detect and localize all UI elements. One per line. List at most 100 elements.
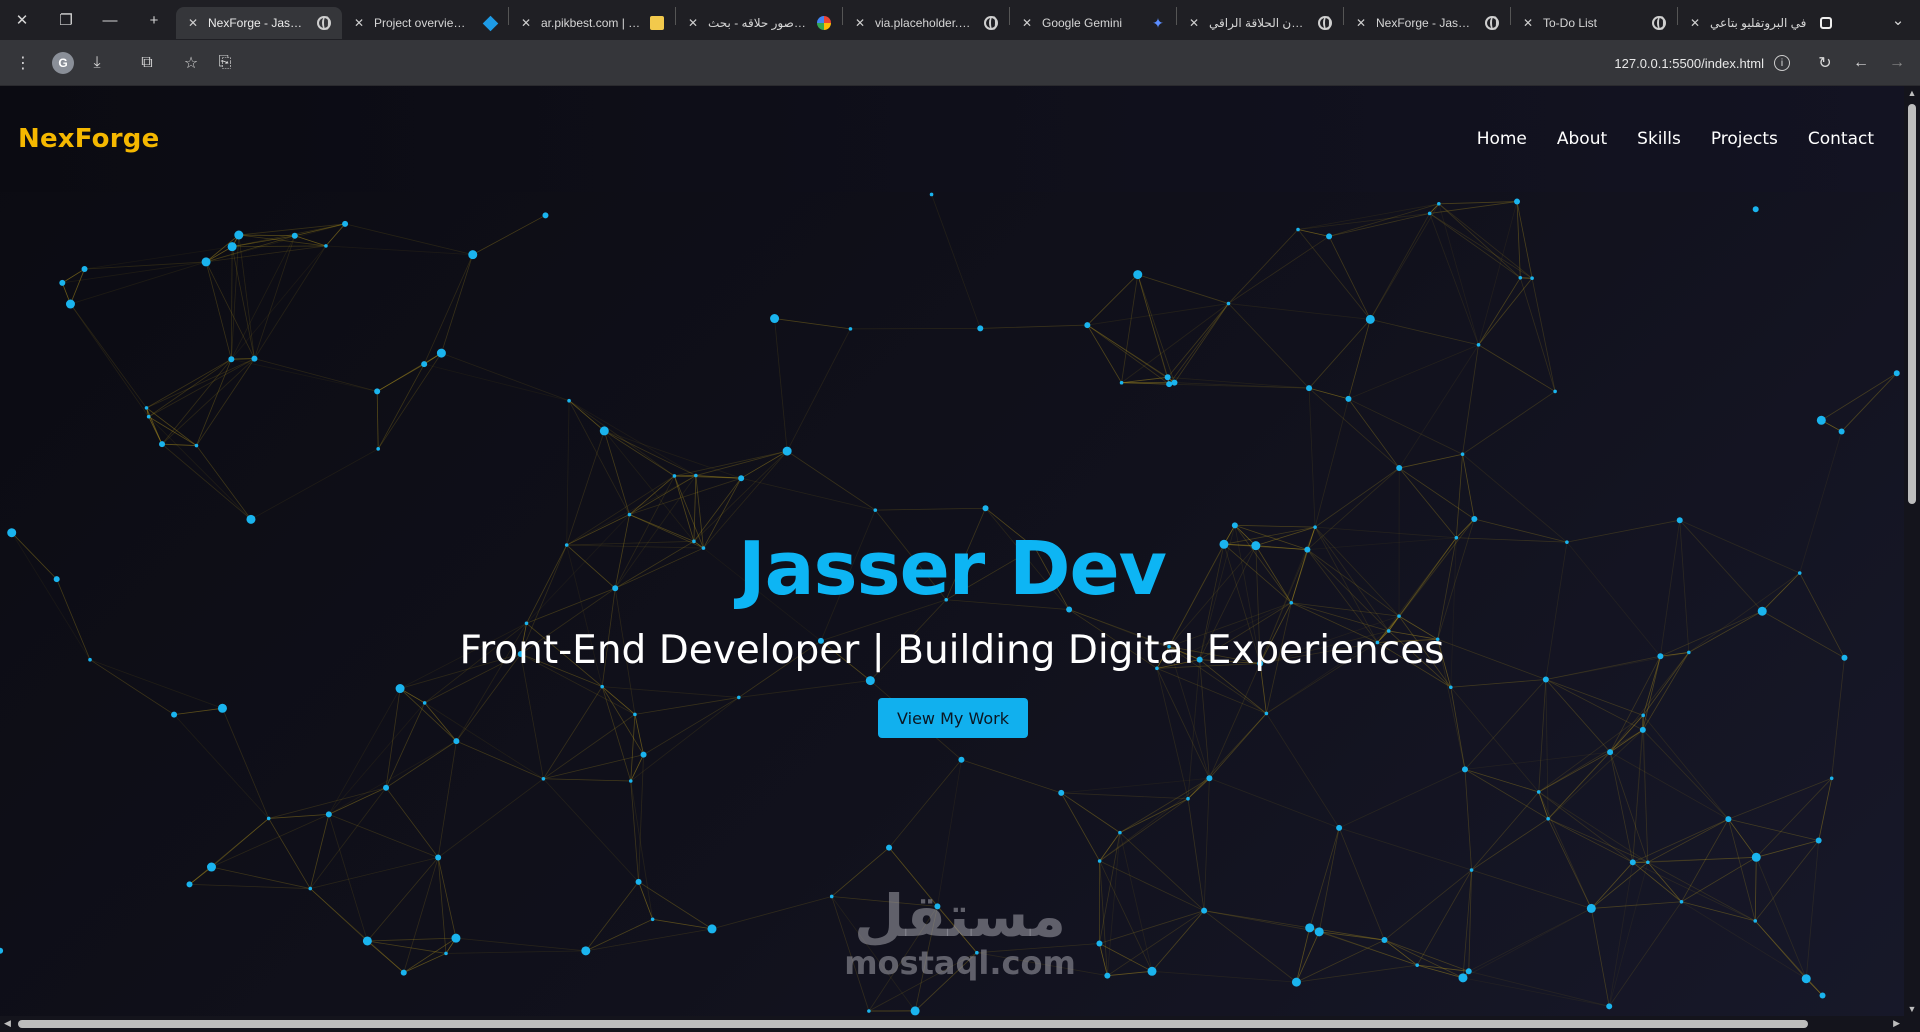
network-particle — [1226, 301, 1231, 306]
network-link — [601, 686, 632, 782]
browser-tab[interactable]: ✕ To-Do List — [1511, 7, 1677, 39]
nav-link-skills[interactable]: Skills — [1637, 129, 1681, 149]
network-link — [1438, 203, 1521, 279]
network-particle — [1171, 379, 1178, 386]
menu-icon[interactable]: ⋮ — [6, 46, 40, 80]
extensions-icon[interactable]: ⧉ — [130, 46, 164, 80]
forward-icon[interactable]: → — [1880, 46, 1914, 80]
network-link — [424, 363, 570, 402]
browser-tab[interactable]: ✕ Project overview | SEO — [342, 7, 508, 39]
close-tab-icon[interactable]: ✕ — [686, 16, 700, 30]
address-bar[interactable]: 127.0.0.1:5500/index.html i — [1108, 47, 1804, 79]
network-particle — [1536, 790, 1541, 794]
horizontal-scroll-thumb[interactable] — [18, 1020, 1808, 1028]
minimize-window-icon[interactable]: — — [88, 0, 132, 40]
browser-tab[interactable]: ✕ ar.pikbest.com | 5... — [509, 7, 675, 39]
network-particle — [422, 701, 427, 705]
close-tab-icon[interactable]: ✕ — [1521, 16, 1535, 30]
network-link — [1107, 910, 1205, 976]
close-tab-icon[interactable]: ✕ — [1020, 16, 1034, 30]
close-window-icon[interactable]: ✕ — [0, 0, 44, 40]
network-link — [585, 881, 639, 952]
browser-tab[interactable]: ✕ في البروتفليو بتاعي — [1678, 7, 1844, 39]
back-icon[interactable]: ← — [1844, 46, 1878, 80]
network-link — [1538, 791, 1649, 863]
download-icon[interactable]: ⤓ — [80, 46, 114, 80]
browser-tab[interactable]: ✕ صالون الحلاقة الراقي — [1177, 7, 1343, 39]
network-link — [604, 430, 697, 476]
url-text: 127.0.0.1:5500/index.html — [1614, 55, 1764, 71]
horizontal-scrollbar[interactable]: ◀ ▶ — [0, 1016, 1920, 1032]
vertical-scroll-thumb[interactable] — [1908, 104, 1916, 504]
network-particle — [1365, 314, 1375, 324]
network-particle — [1326, 233, 1333, 240]
close-tab-icon[interactable]: ✕ — [519, 16, 533, 30]
close-tab-icon[interactable]: ✕ — [1187, 16, 1201, 30]
network-link — [399, 688, 457, 742]
view-my-work-button[interactable]: View My Work — [878, 698, 1028, 738]
network-link — [328, 814, 368, 942]
site-logo[interactable]: NexForge — [18, 124, 159, 154]
globe-icon — [1317, 15, 1333, 31]
network-link — [604, 430, 742, 479]
network-link — [1591, 861, 1649, 909]
close-tab-icon[interactable]: ✕ — [853, 16, 867, 30]
scroll-left-icon[interactable]: ◀ — [4, 1018, 11, 1029]
network-particle — [206, 862, 216, 872]
network-link — [70, 303, 147, 409]
network-link — [566, 400, 570, 546]
network-link — [1519, 277, 1556, 392]
network-link — [231, 358, 378, 392]
close-tab-icon[interactable]: ✕ — [1354, 16, 1368, 30]
scroll-down-icon[interactable]: ▼ — [1907, 1004, 1917, 1014]
close-tab-icon[interactable]: ✕ — [352, 16, 366, 30]
network-link — [328, 740, 457, 815]
network-link — [1468, 970, 1610, 1007]
network-particle — [1476, 343, 1481, 347]
network-link — [70, 303, 149, 417]
site-info-icon[interactable]: i — [1774, 55, 1790, 71]
network-particle — [886, 844, 893, 851]
network-link — [1119, 777, 1210, 833]
nav-link-projects[interactable]: Projects — [1711, 129, 1778, 149]
scroll-up-icon[interactable]: ▲ — [1907, 88, 1917, 98]
network-link — [437, 778, 544, 858]
new-tab-button[interactable]: + — [132, 0, 176, 40]
network-link — [630, 780, 639, 882]
tab-search-icon[interactable]: ⌄ — [1876, 0, 1920, 40]
vertical-scrollbar[interactable]: ▲ ▼ — [1904, 86, 1920, 1016]
network-link — [456, 740, 544, 780]
reload-icon[interactable]: ↻ — [1808, 46, 1842, 80]
profile-avatar[interactable]: G — [46, 46, 80, 80]
network-particle — [1164, 374, 1171, 381]
close-tab-icon[interactable]: ✕ — [1688, 16, 1702, 30]
network-link — [1450, 687, 1540, 793]
close-tab-icon[interactable]: ✕ — [186, 16, 200, 30]
nav-link-about[interactable]: About — [1557, 129, 1607, 149]
network-particle — [444, 951, 448, 956]
scroll-right-icon[interactable]: ▶ — [1893, 1018, 1900, 1029]
browser-tab[interactable]: ✕ via.placeholder.com — [843, 7, 1009, 39]
nav-link-home[interactable]: Home — [1477, 129, 1527, 149]
network-particle — [395, 684, 405, 694]
network-link — [980, 324, 1088, 329]
network-link — [1119, 798, 1189, 833]
bookmark-star-icon[interactable]: ☆ — [174, 46, 208, 80]
network-link — [70, 268, 85, 305]
network-link — [568, 400, 630, 515]
browser-tab[interactable]: ✕ Google Gemini ✦ — [1010, 7, 1176, 39]
network-link — [543, 778, 631, 782]
restore-window-icon[interactable]: ❐ — [44, 0, 88, 40]
nav-link-contact[interactable]: Contact — [1808, 129, 1874, 149]
browser-tab[interactable]: ✕ صور حلاقه - بحث Google — [676, 7, 842, 39]
translate-icon[interactable]: ⎘ — [208, 46, 242, 80]
network-particle — [451, 933, 461, 943]
network-link — [1348, 398, 1463, 455]
browser-tab[interactable]: ✕ NexForge - Jasser Dev — [1344, 7, 1510, 39]
network-link — [786, 450, 876, 511]
network-particle — [873, 508, 878, 512]
network-particle — [1345, 395, 1352, 402]
browser-tab[interactable]: ✕ NexForge - Jasser Dev — [176, 7, 342, 39]
network-particle — [228, 356, 235, 363]
network-link — [328, 688, 401, 815]
